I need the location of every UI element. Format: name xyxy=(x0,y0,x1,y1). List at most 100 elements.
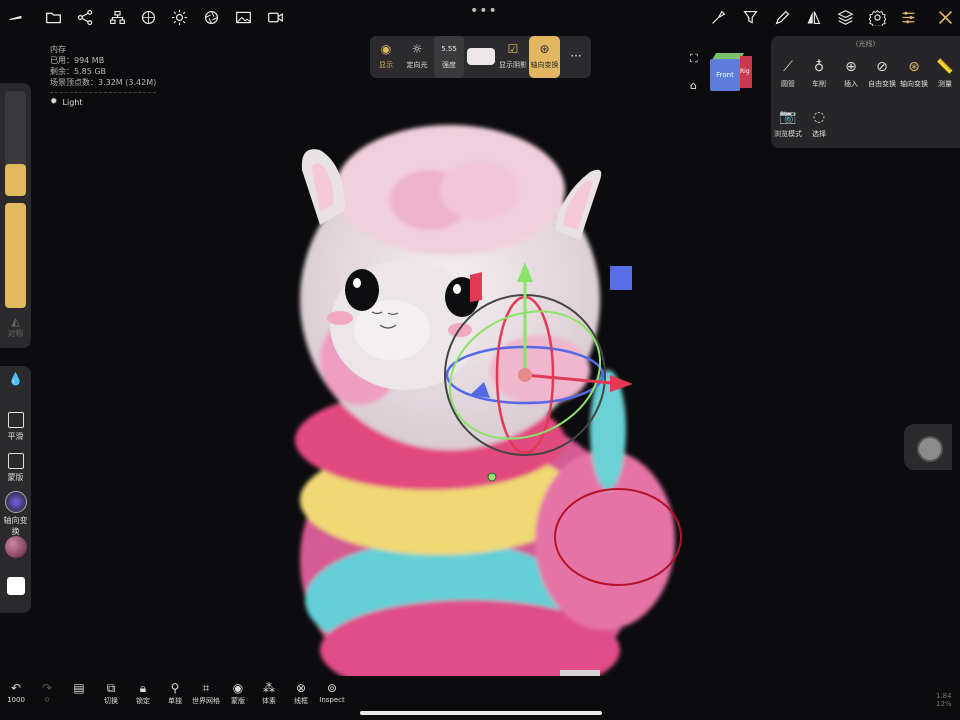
inspect-button[interactable]: ⊚ Inspect xyxy=(317,680,347,704)
material-button[interactable] xyxy=(0,536,31,558)
filter-icon[interactable] xyxy=(741,8,759,26)
undo-button[interactable]: ↶ 1000 xyxy=(1,680,31,704)
mask-icon xyxy=(7,453,24,469)
select-label: 选择 xyxy=(812,130,826,138)
tube-label: 圆管 xyxy=(781,80,795,88)
more-icon: ··· xyxy=(570,49,582,63)
show-light-label: 显示 xyxy=(379,61,393,69)
radius-slider[interactable] xyxy=(5,91,26,196)
axis-transform-tool-button[interactable]: ⊛ 轴向变换 xyxy=(898,58,930,89)
panel-title: (光线) xyxy=(855,40,876,48)
symmetry-button[interactable]: ◭ 对称 xyxy=(0,315,31,339)
switch-label: 切换 xyxy=(104,697,118,705)
checkbox-icon: ☑ xyxy=(507,42,519,56)
grid-icon: ⌗ xyxy=(202,681,210,695)
measure-button[interactable]: 📏 测量 xyxy=(929,58,960,89)
redo-button[interactable]: ↷ 0 xyxy=(32,680,62,704)
quick-tools-block: 💧 平滑 蒙版 轴向变换 xyxy=(0,366,31,613)
wireframe-button[interactable]: ⊗ 线框 xyxy=(286,680,316,706)
pick-color-icon[interactable] xyxy=(709,8,727,26)
joystick-knob[interactable] xyxy=(917,436,943,462)
browse-mode-label: 浏览模式 xyxy=(774,130,802,138)
mask-view-button[interactable]: ◉ 蒙版 xyxy=(223,680,253,706)
solo-button[interactable]: ⚲ 单独 xyxy=(160,680,190,706)
free-transform-label: 自由变换 xyxy=(868,80,896,88)
pen-icon[interactable] xyxy=(773,8,791,26)
curve-icon: ⟋ xyxy=(783,59,793,75)
solo-icon: ⚲ xyxy=(170,681,180,695)
axis-transform-tool-label: 轴向变换 xyxy=(900,80,928,88)
show-shadow-label: 显示阴影 xyxy=(499,61,527,69)
aperture-icon[interactable] xyxy=(202,8,220,26)
ruler-icon: 📏 xyxy=(936,59,954,75)
paint-color-button[interactable] xyxy=(0,577,31,595)
select-button[interactable]: ◌ 选择 xyxy=(803,108,835,139)
undo-icon: ↶ xyxy=(10,681,22,695)
navigation-cube[interactable]: Front Rig xyxy=(710,53,752,91)
brush-sliders-block: ◭ 对称 xyxy=(0,83,31,348)
insert-label: 插入 xyxy=(844,80,858,88)
intensity-slider[interactable] xyxy=(5,203,26,308)
fps-line-2: 12% xyxy=(936,700,952,708)
scene-tree-icon[interactable] xyxy=(108,8,126,26)
symmetry-icon[interactable] xyxy=(804,8,822,26)
axis-transform-button[interactable]: ⊛ 轴向变换 xyxy=(529,36,560,78)
tools-cross-icon[interactable] xyxy=(936,8,954,26)
more-button[interactable]: ··· xyxy=(564,36,588,78)
gizmo-icon xyxy=(4,491,27,513)
document-button[interactable]: ▤ xyxy=(64,680,94,696)
switch-icon: ⧉ xyxy=(106,681,116,695)
smooth-label: 平滑 xyxy=(7,432,24,441)
video-camera-icon[interactable] xyxy=(266,8,284,26)
tube-button[interactable]: ⟋ 圆管 xyxy=(772,58,804,89)
sun-icon[interactable] xyxy=(170,8,188,26)
lathe-button[interactable]: ♁ 车削 xyxy=(803,58,835,89)
intensity-field[interactable]: 5.55 强度 xyxy=(434,36,464,78)
show-shadow-toggle[interactable]: ☑ 显示阴影 xyxy=(498,36,528,78)
undo-count: 1000 xyxy=(7,696,25,704)
material-ball-icon[interactable] xyxy=(139,8,157,26)
eye-icon: ◉ xyxy=(232,681,244,695)
browse-mode-button[interactable]: 📷 浏览模式 xyxy=(772,108,804,139)
sliders-icon[interactable] xyxy=(899,8,917,26)
image-icon[interactable] xyxy=(234,8,252,26)
fullscreen-icon[interactable]: ⛶ xyxy=(690,52,698,66)
light-color-button[interactable] xyxy=(466,36,496,78)
camera-icon: 📷 xyxy=(779,109,797,125)
insert-button[interactable]: ⊕ 插入 xyxy=(835,58,867,89)
gear-icon[interactable] xyxy=(868,8,886,26)
document-icon: ▤ xyxy=(73,681,85,695)
gizmo-icon: ⊛ xyxy=(908,59,920,75)
world-grid-button[interactable]: ⌗ 世界网格 xyxy=(191,680,221,706)
redo-count: 0 xyxy=(44,696,50,704)
free-transform-button[interactable]: ⊘ 自由变换 xyxy=(866,58,898,89)
window-handle-dots[interactable]: ••• xyxy=(470,3,498,19)
directional-light-button[interactable]: ☼ 定向光 xyxy=(402,36,432,78)
lock-icon: 🔒︎ xyxy=(139,681,147,695)
folder-icon[interactable] xyxy=(44,8,62,26)
bottom-toolbar: ↶ 1000 ↷ 0 ▤ ⧉ 切换 🔒︎ 锁定 ⚲ 单独 ⌗ 世界网格 ◉ 蒙版… xyxy=(0,676,360,720)
paint-color-swatch xyxy=(6,577,25,595)
voxel-button[interactable]: ⁂ 体素 xyxy=(254,680,284,706)
share-graph-icon[interactable] xyxy=(76,8,94,26)
alpaca-model[interactable] xyxy=(295,125,675,676)
home-view-icon[interactable]: ⌂ xyxy=(690,79,697,92)
intensity-label: 强度 xyxy=(442,61,456,69)
inspect-icon: ⊚ xyxy=(326,681,338,695)
dropper-button[interactable]: 💧 xyxy=(0,372,31,392)
gizmo-button[interactable]: 轴向变换 xyxy=(0,491,31,537)
layers-icon[interactable] xyxy=(836,8,854,26)
show-light-button[interactable]: ◉ 显示 xyxy=(372,36,400,78)
mask-button[interactable]: 蒙版 xyxy=(0,453,31,483)
home-indicator[interactable] xyxy=(360,711,602,715)
lock-button[interactable]: 🔒︎ 锁定 xyxy=(128,680,158,706)
smooth-button[interactable]: 平滑 xyxy=(0,412,31,442)
top-toolbar: ••• xyxy=(0,0,960,34)
gizmo-icon: ⊛ xyxy=(539,42,550,56)
world-grid-label: 世界网格 xyxy=(192,697,220,705)
brush-icon[interactable] xyxy=(6,8,24,26)
symmetry-icon: ◭ xyxy=(11,315,20,328)
material-sphere xyxy=(4,536,27,558)
solo-label: 单独 xyxy=(168,697,182,705)
switch-button[interactable]: ⧉ 切换 xyxy=(96,680,126,706)
